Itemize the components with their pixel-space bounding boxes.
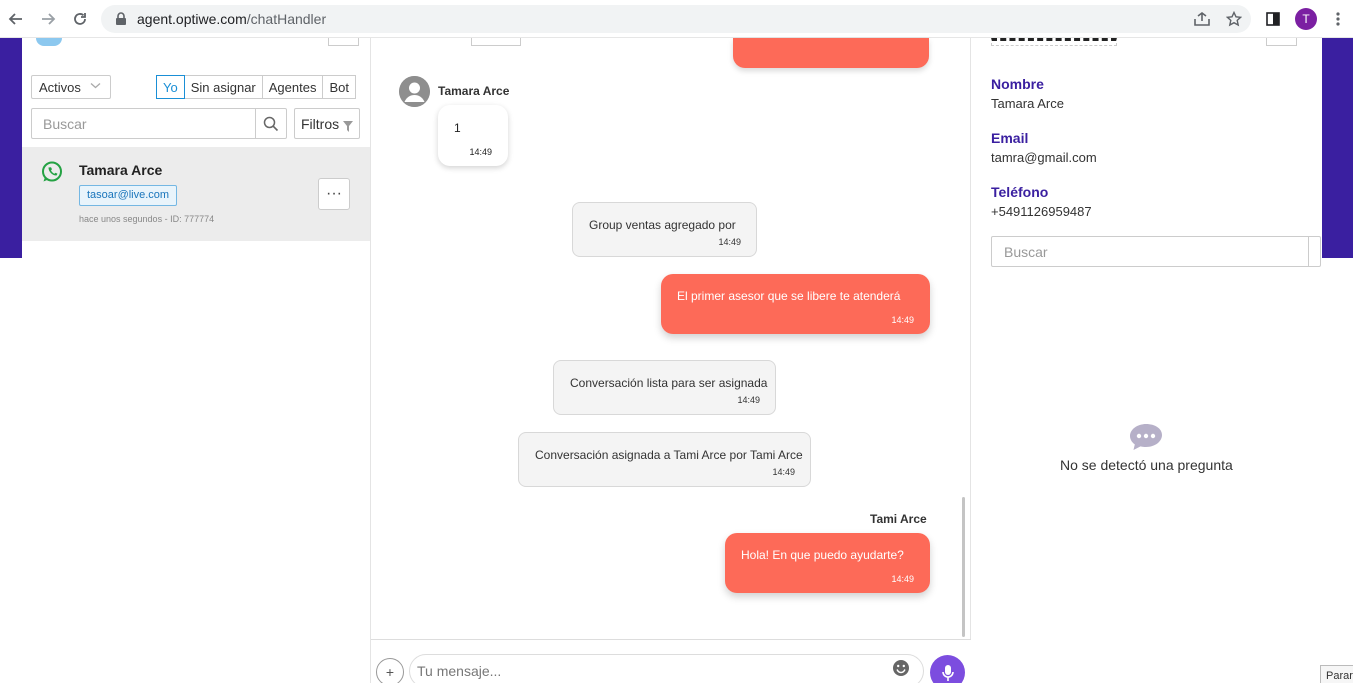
empty-state-message: No se detectó una pregunta	[1060, 457, 1233, 473]
lock-icon	[115, 12, 127, 31]
conversation-email-tag: tasoar@live.com	[79, 185, 178, 206]
stop-tab[interactable]: Parar	[1320, 665, 1353, 683]
panel-header-button[interactable]	[328, 38, 359, 46]
question-search	[991, 236, 1321, 267]
message-bubble-outgoing: Hola! En que puedo ayudarte? 14:49	[725, 533, 930, 593]
star-icon[interactable]	[1224, 9, 1244, 29]
logo-icon	[36, 38, 62, 46]
message-input-wrapper	[409, 654, 924, 683]
side-panel-icon[interactable]	[1263, 9, 1283, 29]
app-background-band	[0, 38, 22, 258]
system-message: Conversación asignada a Tami Arce por Ta…	[518, 432, 811, 487]
message-text: El primer asesor que se libere te atende…	[677, 289, 901, 303]
microphone-button[interactable]	[930, 655, 965, 683]
filters-button[interactable]: Filtros	[294, 108, 360, 139]
conversation-more-button[interactable]: ···	[318, 178, 350, 210]
profile-avatar[interactable]: T	[1295, 8, 1317, 30]
search-divider	[1308, 237, 1309, 266]
message-text: Conversación asignada a Tami Arce por Ta…	[535, 448, 803, 462]
address-bar[interactable]: agent.optiwe.com/chatHandler	[101, 5, 1251, 33]
chat-scrollbar[interactable]	[962, 497, 965, 637]
message-sender-name: Tami Arce	[870, 512, 927, 526]
conversation-search	[31, 108, 287, 139]
system-message: Conversación lista para ser asignada 14:…	[553, 360, 776, 415]
message-input[interactable]	[410, 656, 870, 683]
tab-sin-asignar[interactable]: Sin asignar	[183, 75, 263, 99]
reload-icon[interactable]	[70, 9, 90, 29]
tab-yo[interactable]: Yo	[156, 75, 185, 99]
message-time: 14:49	[718, 237, 741, 247]
message-time: 14:49	[772, 467, 795, 477]
contact-email-label: Email	[991, 130, 1029, 146]
contact-phone-label: Teléfono	[991, 184, 1049, 200]
conversation-meta: hace unos segundos - ID: 777774	[79, 214, 215, 224]
contact-name-value: Tamara Arce	[991, 96, 1064, 111]
back-arrow-icon[interactable]	[6, 9, 26, 29]
emoji-icon[interactable]	[892, 659, 910, 682]
contact-header-button[interactable]	[1266, 38, 1297, 46]
message-bubble-incoming: 1 14:49	[438, 105, 508, 166]
conversation-list-item[interactable]: Tamara Arce tasoar@live.com hace unos se…	[22, 147, 370, 241]
conversation-contact-name: Tamara Arce	[79, 162, 163, 178]
user-avatar-icon	[399, 76, 430, 107]
message-text: Group ventas agregado por	[589, 218, 736, 232]
microphone-icon	[941, 664, 954, 681]
browser-toolbar: agent.optiwe.com/chatHandler T	[0, 0, 1353, 38]
message-bubble-outgoing	[733, 38, 929, 68]
question-search-input[interactable]	[992, 237, 1292, 266]
url-text: agent.optiwe.com/chatHandler	[137, 11, 327, 27]
contact-phone-value: +5491126959487	[991, 204, 1092, 219]
system-message: Group ventas agregado por 14:49	[572, 202, 757, 257]
message-text: Conversación lista para ser asignada	[570, 376, 768, 390]
message-bubble-outgoing: El primer asesor que se libere te atende…	[661, 274, 930, 334]
tab-agentes[interactable]: Agentes	[261, 75, 324, 99]
app-background-band	[1322, 38, 1353, 258]
message-text: Hola! En que puedo ayudarte?	[741, 548, 904, 562]
funnel-icon	[343, 119, 353, 135]
whatsapp-icon	[40, 160, 64, 189]
contact-name-label: Nombre	[991, 76, 1044, 92]
chevron-down-icon	[90, 80, 101, 94]
assignment-filter-tabs: Yo Sin asignar Agentes Bot	[156, 75, 356, 99]
forward-arrow-icon[interactable]	[38, 9, 58, 29]
message-sender-name: Tamara Arce	[438, 84, 510, 98]
message-time: 14:49	[469, 147, 492, 157]
message-text: 1	[454, 121, 461, 135]
kebab-menu-icon[interactable]	[1328, 9, 1348, 29]
tab-bot[interactable]: Bot	[322, 75, 356, 99]
share-icon[interactable]	[1192, 9, 1212, 29]
chat-header-button[interactable]	[471, 38, 521, 46]
message-time: 14:49	[737, 395, 760, 405]
attach-plus-button[interactable]: +	[376, 658, 404, 683]
conversation-search-input[interactable]	[32, 109, 252, 138]
message-time: 14:49	[891, 315, 914, 325]
contact-email-value: tamra@gmail.com	[991, 150, 1097, 165]
search-icon[interactable]	[255, 109, 286, 138]
message-time: 14:49	[891, 574, 914, 584]
contact-header-select[interactable]	[991, 38, 1117, 46]
chat-bubble-icon	[1129, 423, 1163, 456]
status-select[interactable]: Activos	[31, 75, 111, 99]
